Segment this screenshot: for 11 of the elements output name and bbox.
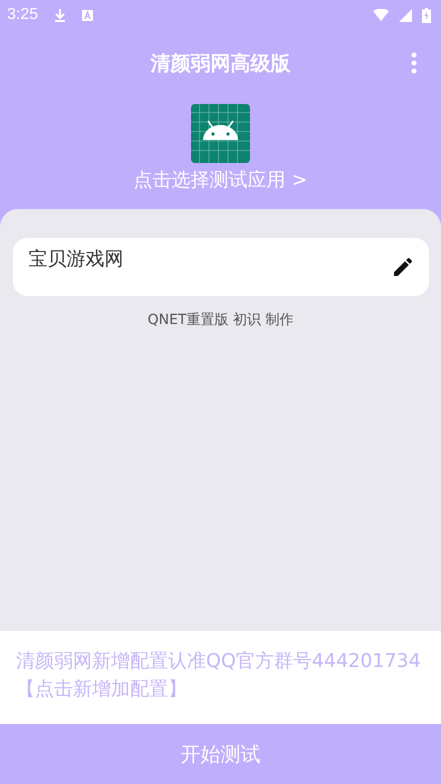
select-app-link[interactable]: 点击选择测试应用 >	[134, 167, 308, 193]
status-time: 3:25	[7, 6, 38, 24]
app-title: 清颜弱网高级版	[150, 50, 290, 77]
signal-icon	[399, 8, 412, 22]
keyboard-icon	[82, 10, 94, 20]
battery-icon	[422, 8, 431, 22]
android-app-icon[interactable]	[191, 104, 250, 163]
config-field[interactable]: 宝贝游戏网	[12, 238, 428, 296]
download-icon	[54, 8, 66, 22]
credit-text: QNET重置版 初识 制作	[148, 311, 294, 329]
wifi-icon	[373, 9, 389, 21]
